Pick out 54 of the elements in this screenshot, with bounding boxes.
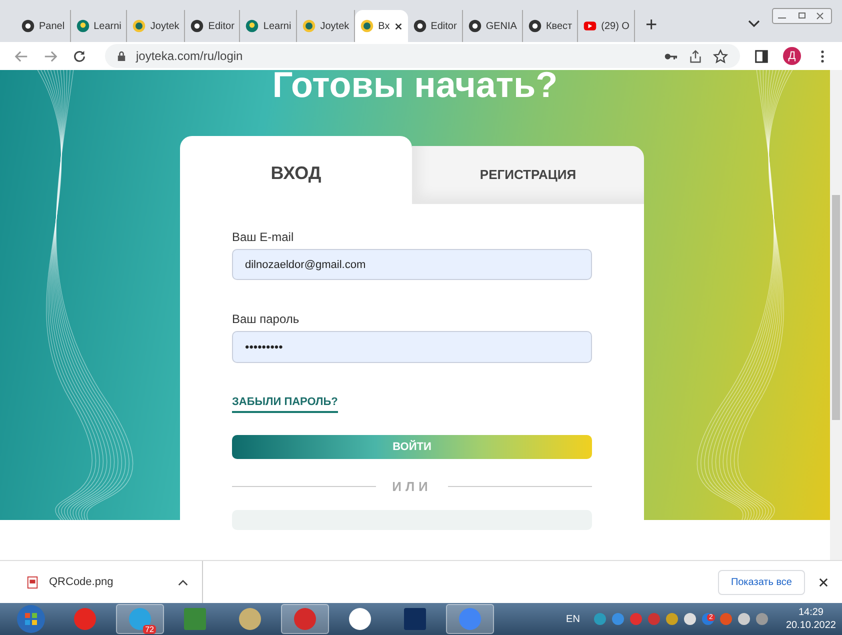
scroll-thumb[interactable] bbox=[832, 195, 840, 420]
new-tab-button[interactable]: + bbox=[645, 10, 658, 42]
close-icon[interactable] bbox=[819, 578, 828, 586]
divider-text: ИЛИ bbox=[392, 478, 432, 494]
chevron-up-icon[interactable] bbox=[178, 578, 188, 586]
show-all-button[interactable]: Показать все bbox=[718, 570, 805, 594]
app-icon bbox=[348, 607, 372, 631]
share-icon[interactable] bbox=[688, 48, 703, 64]
favicon-icon bbox=[190, 19, 204, 33]
star-icon[interactable] bbox=[713, 48, 728, 64]
window-controls[interactable] bbox=[772, 8, 832, 24]
tray-icon[interactable] bbox=[682, 612, 697, 626]
browser-tab[interactable]: Вх bbox=[355, 10, 408, 42]
forgot-password-link[interactable]: ЗАБЫЛИ ПАРОЛЬ? bbox=[232, 396, 338, 413]
unread-badge: 72 bbox=[143, 625, 156, 634]
form-tab[interactable]: ВХОД bbox=[180, 136, 412, 204]
favicon-icon bbox=[412, 19, 427, 33]
profile-avatar[interactable]: Д bbox=[783, 47, 801, 65]
email-field[interactable]: dilnozaeldor@gmail.com bbox=[232, 249, 592, 280]
image-file-icon bbox=[26, 576, 39, 588]
field-label: Ваш пароль bbox=[232, 312, 300, 326]
play-icon bbox=[583, 19, 598, 33]
tray-icon[interactable] bbox=[592, 612, 607, 626]
back-icon[interactable] bbox=[14, 48, 29, 64]
tray-icon[interactable] bbox=[736, 612, 751, 626]
start-button[interactable] bbox=[16, 604, 46, 634]
page-heading: Готовы начать? bbox=[272, 70, 558, 107]
app-icon bbox=[238, 607, 262, 631]
app-icon bbox=[458, 607, 482, 631]
field-label: Ваш E-mail bbox=[232, 230, 295, 244]
form-tab[interactable]: РЕГИСТРАЦИЯ bbox=[412, 146, 644, 204]
clock[interactable]: 14:29 20.10.2022 bbox=[786, 606, 836, 632]
app-icon bbox=[183, 607, 207, 631]
app-icon bbox=[403, 607, 427, 631]
favicon-icon bbox=[468, 19, 482, 33]
tray-icon[interactable] bbox=[754, 612, 769, 626]
side-panel-icon[interactable] bbox=[754, 48, 769, 64]
forward-icon[interactable] bbox=[43, 48, 58, 64]
url-text: joyteka.com/ru/login bbox=[136, 49, 243, 63]
password-field[interactable]: ••••••••• bbox=[232, 331, 592, 363]
favicon-icon bbox=[21, 19, 35, 33]
app-icon bbox=[293, 607, 317, 631]
favicon-icon bbox=[528, 19, 542, 33]
tray-icon[interactable] bbox=[664, 612, 679, 626]
taskbar-app[interactable]: 72 bbox=[116, 604, 164, 634]
scrollbar[interactable] bbox=[830, 70, 842, 560]
language-indicator[interactable]: EN bbox=[566, 614, 580, 624]
chevron-down-icon[interactable] bbox=[748, 20, 760, 28]
address-bar[interactable]: joyteka.com/ru/login bbox=[105, 44, 740, 68]
lock-icon bbox=[117, 50, 126, 62]
app-icon bbox=[73, 607, 97, 631]
close-icon[interactable] bbox=[394, 22, 403, 30]
app-icon bbox=[128, 607, 152, 631]
reload-icon[interactable] bbox=[72, 48, 87, 64]
